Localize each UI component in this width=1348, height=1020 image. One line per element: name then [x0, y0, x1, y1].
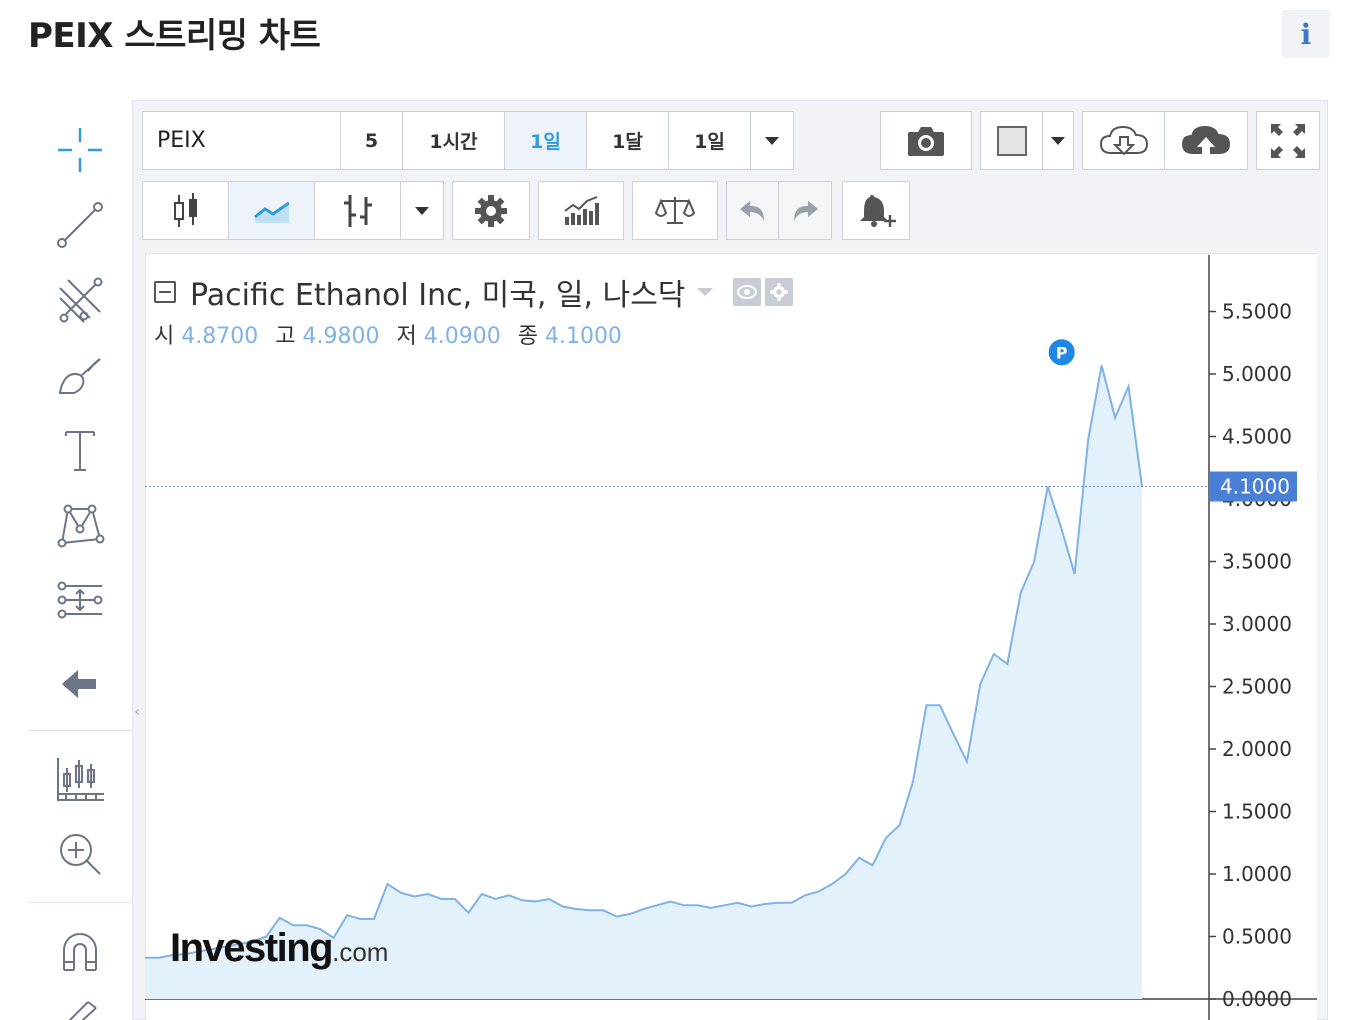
instrument-title: Pacific Ethanol Inc, 미국, 일, 나스닥	[190, 278, 686, 313]
ohlc-values: 시 4.8700 고 4.9800 저 4.0900 종 4.1000	[154, 318, 793, 350]
y-tick-label: 4.5000	[1222, 425, 1292, 449]
y-tick-label: 2.5000	[1222, 675, 1292, 699]
marker-label: P	[1056, 343, 1068, 362]
y-tick-label: 0.0000	[1222, 987, 1292, 1011]
y-tick-label: 1.0000	[1222, 862, 1292, 886]
y-tick-label: 3.5000	[1222, 550, 1292, 574]
logo-main: Investing	[170, 926, 334, 970]
low-value: 4.0900	[423, 324, 501, 349]
chart-legend: Pacific Ethanol Inc, 미국, 일, 나스닥 시 4.8700…	[154, 270, 794, 350]
close-value: 4.1000	[544, 324, 622, 349]
legend-title-row: Pacific Ethanol Inc, 미국, 일, 나스닥	[154, 270, 794, 314]
y-tick-label: 0.5000	[1222, 925, 1292, 949]
close-label: 종	[517, 324, 538, 349]
logo-suffix: .com	[332, 937, 389, 967]
low-label: 저	[396, 324, 417, 349]
investing-logo: Investing.com	[170, 928, 388, 968]
y-tick-label: 5.0000	[1222, 362, 1292, 386]
open-value: 4.8700	[181, 324, 259, 349]
price-chart[interactable]: 0.0000 0.5000 1.0000 1.5000 2.0000 2.5000 3.00…	[0, 0, 1348, 1020]
event-marker[interactable]: P	[1046, 337, 1077, 368]
y-axis-ticks: 0.0000 0.5000 1.0000 1.5000 2.0000 2.5000 3.00…	[1209, 300, 1292, 1011]
y-tick-label: 5.5000	[1222, 300, 1292, 324]
gear-icon[interactable]	[765, 278, 794, 306]
high-value: 4.9800	[302, 324, 380, 349]
high-label: 고	[275, 324, 296, 349]
y-tick-label: 2.0000	[1222, 737, 1292, 761]
open-label: 시	[154, 324, 175, 349]
price-tag-text: 4.1000	[1220, 475, 1290, 499]
minus-square-icon[interactable]	[154, 281, 176, 303]
chevron-down-icon[interactable]	[697, 288, 714, 296]
last-price-tag: 4.1000	[1209, 471, 1297, 502]
price-area	[145, 365, 1142, 999]
y-tick-label: 1.5000	[1222, 800, 1292, 824]
eye-icon[interactable]	[733, 278, 762, 306]
y-tick-label: 3.0000	[1222, 612, 1292, 636]
